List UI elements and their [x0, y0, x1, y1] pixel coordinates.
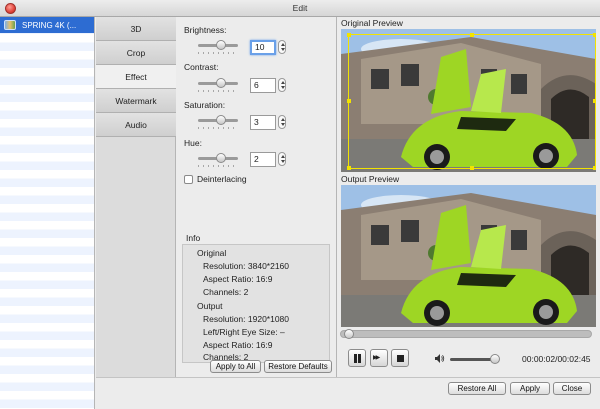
pause-button[interactable]: [348, 349, 366, 367]
saturation-input[interactable]: 3: [250, 115, 276, 130]
crop-handle[interactable]: [470, 33, 474, 37]
brightness-stepper[interactable]: [278, 40, 286, 54]
contrast-input[interactable]: 6: [250, 78, 276, 93]
crop-handle[interactable]: [347, 166, 351, 170]
file-item-selected[interactable]: SPRING 4K (...: [0, 17, 94, 33]
info-panel: Original Resolution: 3840*2160 Aspect Ra…: [182, 244, 330, 363]
original-preview[interactable]: [341, 29, 596, 172]
brightness-slider-knob[interactable]: [216, 40, 226, 50]
hue-slider-knob[interactable]: [216, 153, 226, 163]
tab-crop[interactable]: Crop: [96, 41, 176, 65]
contrast-slider[interactable]: [198, 78, 238, 88]
info-original-aspect: Aspect Ratio: 16:9: [203, 274, 273, 284]
info-title: Info: [186, 233, 201, 243]
tab-3d[interactable]: 3D: [96, 17, 176, 41]
info-output-aspect: Aspect Ratio: 16:9: [203, 340, 273, 350]
playback-progress-bar[interactable]: [340, 329, 592, 339]
crop-handle[interactable]: [593, 33, 596, 37]
info-original-channels: Channels: 2: [203, 287, 249, 297]
crop-handle[interactable]: [347, 99, 351, 103]
apply-to-all-button[interactable]: Apply to All: [210, 360, 261, 373]
saturation-slider-knob[interactable]: [216, 115, 226, 125]
deinterlacing-option[interactable]: Deinterlacing: [184, 174, 247, 184]
brightness-input[interactable]: 10: [250, 40, 276, 55]
crop-handle[interactable]: [470, 166, 474, 170]
hue-input[interactable]: 2: [250, 152, 276, 167]
tab-watermark[interactable]: Watermark: [96, 89, 176, 113]
brightness-slider[interactable]: [198, 40, 238, 50]
info-original-resolution: Resolution: 3840*2160: [203, 261, 290, 271]
volume-slider-knob[interactable]: [490, 354, 500, 364]
tab-audio[interactable]: Audio: [96, 113, 176, 137]
saturation-ticks: [198, 127, 238, 129]
saturation-stepper[interactable]: [278, 115, 286, 129]
tab-effect[interactable]: Effect: [96, 65, 176, 89]
info-group: Info Original Resolution: 3840*2160 Aspe…: [182, 233, 330, 363]
contrast-ticks: [198, 90, 238, 92]
crop-handle[interactable]: [347, 33, 351, 37]
contrast-stepper[interactable]: [278, 78, 286, 92]
brightness-label: Brightness:: [184, 25, 227, 35]
hue-stepper[interactable]: [278, 152, 286, 166]
output-preview-label: Output Preview: [341, 174, 400, 184]
crop-handle[interactable]: [593, 99, 596, 103]
hue-ticks: [198, 165, 238, 167]
restore-defaults-button[interactable]: Restore Defaults: [264, 360, 332, 373]
stop-button[interactable]: [391, 349, 409, 367]
close-button[interactable]: Close: [553, 382, 591, 395]
volume-slider[interactable]: [450, 354, 500, 364]
output-preview-image: [341, 185, 596, 327]
info-output-lr-size: Left/Right Eye Size: –: [203, 327, 285, 337]
apply-button[interactable]: Apply: [510, 382, 550, 395]
hue-label: Hue:: [184, 138, 202, 148]
fast-forward-button[interactable]: [370, 349, 388, 367]
output-preview: [341, 185, 596, 327]
window-title: Edit: [292, 3, 308, 13]
deinterlacing-label: Deinterlacing: [197, 174, 247, 184]
preview-area: Original Preview Output Preview: [336, 17, 600, 377]
saturation-slider[interactable]: [198, 115, 238, 125]
restore-all-button[interactable]: Restore All: [448, 382, 506, 395]
contrast-label: Contrast:: [184, 62, 219, 72]
original-preview-label: Original Preview: [341, 18, 403, 28]
crop-handle[interactable]: [593, 166, 596, 170]
file-list: SPRING 4K (...: [0, 17, 95, 409]
crop-selection-box[interactable]: [347, 33, 596, 170]
volume-icon[interactable]: [435, 354, 445, 363]
file-item-label: SPRING 4K (...: [22, 20, 77, 30]
playback-timecode: 00:00:02/00:02:45: [522, 354, 591, 364]
window-titlebar: Edit: [0, 0, 600, 17]
saturation-label: Saturation:: [184, 100, 226, 110]
contrast-slider-knob[interactable]: [216, 78, 226, 88]
info-output-resolution: Resolution: 1920*1080: [203, 314, 290, 324]
info-output-heading: Output: [197, 301, 223, 311]
edit-tabs: 3D Crop Effect Watermark Audio: [96, 17, 176, 377]
video-thumbnail-icon: [4, 20, 16, 30]
effect-panel: Brightness: 10 Contrast: 6 Saturation: 3…: [177, 17, 335, 377]
info-original-heading: Original: [197, 248, 227, 258]
playback-progress-knob[interactable]: [344, 329, 354, 339]
brightness-ticks: [198, 52, 238, 54]
hue-slider[interactable]: [198, 153, 238, 163]
close-window-icon[interactable]: [5, 3, 16, 14]
deinterlacing-checkbox[interactable]: [184, 174, 193, 184]
